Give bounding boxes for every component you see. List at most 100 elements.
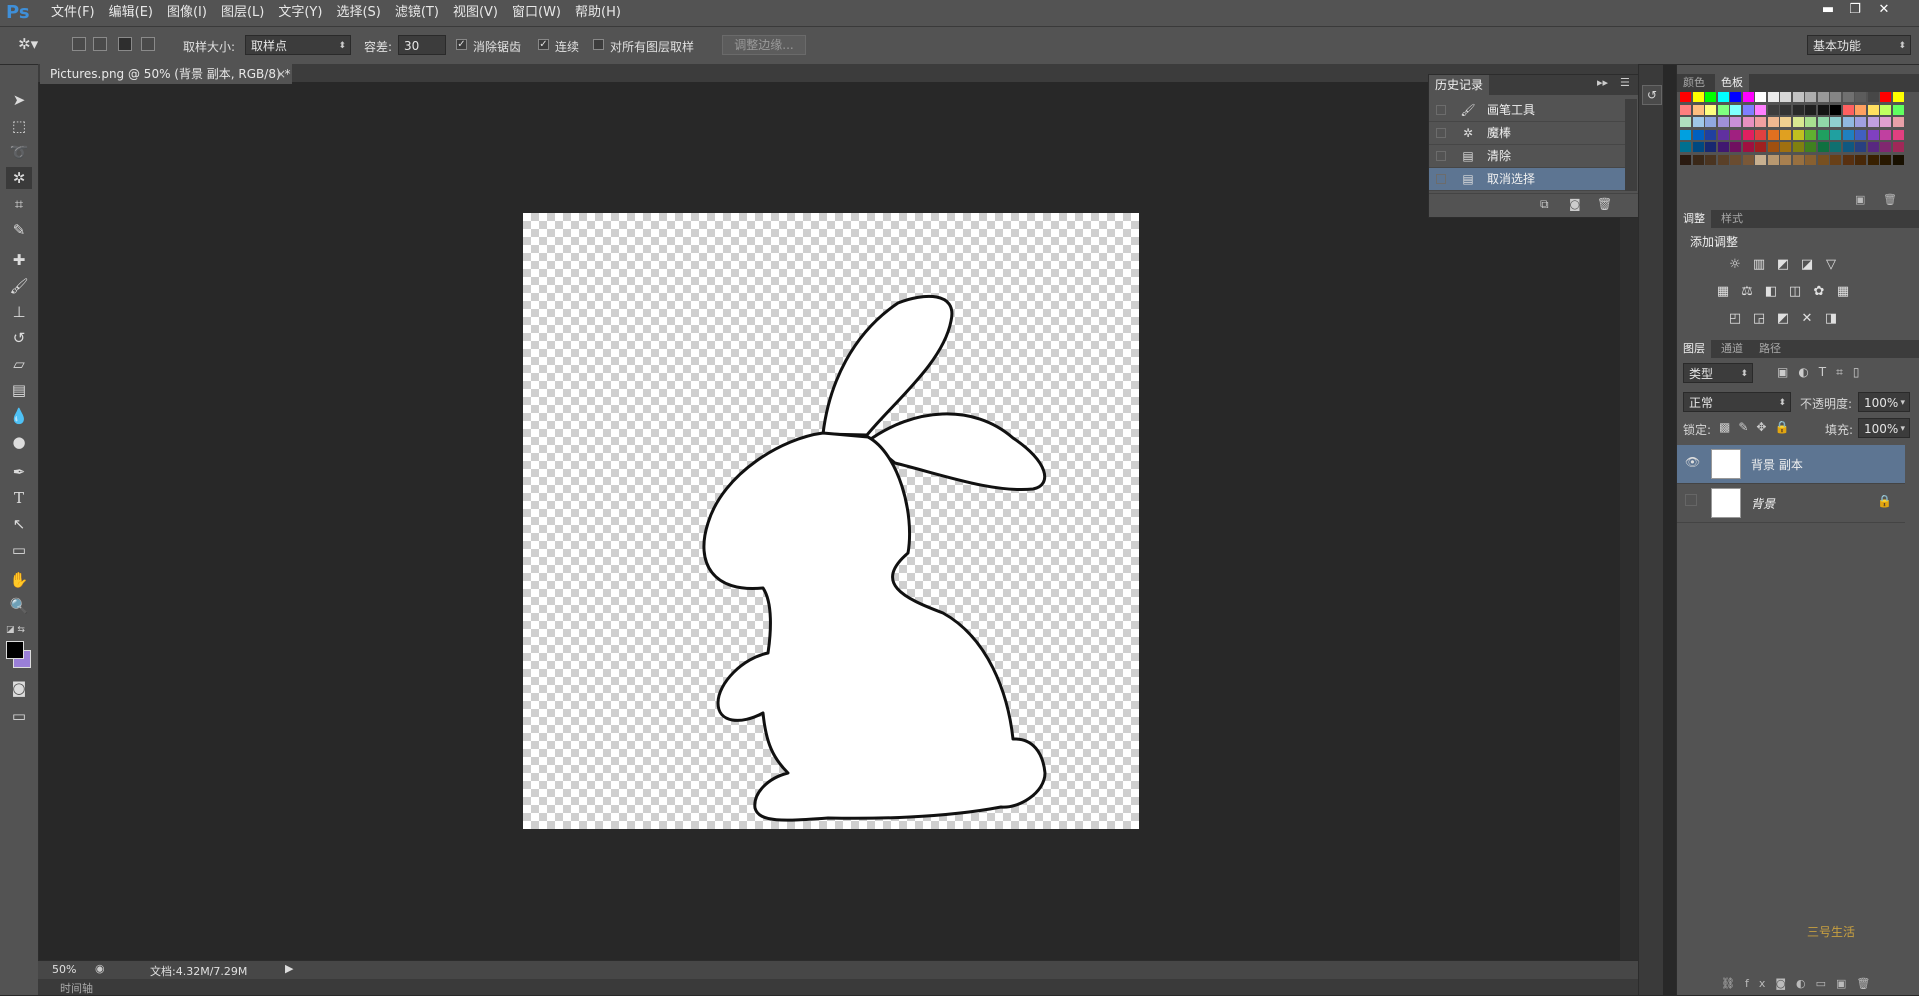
color-swatch[interactable] (1742, 117, 1754, 127)
zoom-tool-icon[interactable]: 🔍 (6, 595, 32, 617)
history-item[interactable]: ✲ 魔棒 (1429, 122, 1625, 145)
marquee-tool-icon[interactable]: ⬚ (6, 115, 32, 137)
color-swatch[interactable] (1692, 117, 1704, 127)
color-swatch[interactable] (1742, 104, 1754, 115)
color-swatch[interactable] (1742, 129, 1754, 140)
move-tool-icon[interactable]: ➤ (6, 89, 32, 111)
color-swatch[interactable] (1767, 92, 1779, 102)
color-swatch[interactable] (1880, 104, 1891, 115)
history-brush-tool-icon[interactable]: ↺ (6, 327, 32, 349)
curves-icon[interactable]: ◩ (1775, 257, 1791, 273)
color-swatch[interactable] (1755, 142, 1766, 152)
all-layers-checkbox[interactable] (593, 39, 604, 50)
tab-swatches[interactable]: 色板 (1715, 74, 1749, 92)
color-swatch[interactable] (1892, 142, 1904, 152)
color-swatch[interactable] (1717, 154, 1729, 165)
color-swatch[interactable] (1780, 142, 1791, 152)
color-swatch[interactable] (1780, 92, 1791, 102)
eye-icon[interactable]: 👁 (1685, 455, 1700, 469)
menu-file[interactable]: 文件(F) (44, 0, 102, 26)
color-swatch[interactable] (1792, 104, 1804, 115)
history-item-selected[interactable]: ▤ 取消选择 (1429, 168, 1625, 191)
color-swatch[interactable] (1817, 104, 1829, 115)
color-swatch[interactable] (1792, 129, 1804, 140)
menu-edit[interactable]: 编辑(E) (102, 0, 160, 26)
collapse-icon[interactable]: ▸▸ (1597, 76, 1608, 89)
screen-mode-icon[interactable]: ▭ (6, 705, 32, 727)
layer-filter-icons[interactable]: ▣◐T⌗▯ (1777, 365, 1870, 380)
crop-tool-icon[interactable]: ⌗ (6, 193, 32, 215)
color-swatch[interactable] (1767, 154, 1779, 165)
delete-swatch-icon[interactable]: 🗑 (1883, 193, 1897, 206)
color-swatch[interactable] (1692, 104, 1704, 115)
color-swatch[interactable] (1830, 142, 1841, 152)
type-tool-icon[interactable]: T (6, 487, 32, 509)
gradient-tool-icon[interactable]: ▤ (6, 379, 32, 401)
menu-window[interactable]: 窗口(W) (505, 0, 568, 26)
layer-name[interactable]: 背景 副本 (1751, 456, 1803, 473)
new-selection-icon[interactable] (72, 37, 86, 51)
color-swatch[interactable] (1680, 154, 1691, 165)
color-swatch[interactable] (1680, 142, 1691, 152)
color-swatch[interactable] (1717, 142, 1729, 152)
color-swatch[interactable] (1855, 129, 1866, 140)
color-swatch[interactable] (1817, 117, 1829, 127)
color-swatch[interactable] (1692, 154, 1704, 165)
history-tab[interactable]: 历史记录 (1429, 75, 1490, 95)
color-swatch[interactable] (1755, 129, 1766, 140)
color-swatch[interactable] (1842, 92, 1854, 102)
exposure-icon[interactable]: ◪ (1799, 257, 1815, 273)
color-swatch[interactable] (1717, 129, 1729, 140)
restore-button[interactable]: ❐ (1844, 2, 1866, 18)
levels-icon[interactable]: ▥ (1751, 257, 1767, 273)
subtract-selection-icon[interactable] (118, 37, 132, 51)
eyedropper-tool-icon[interactable]: ✎ (6, 219, 32, 241)
close-window-button[interactable]: ✕ (1873, 2, 1895, 18)
blur-tool-icon[interactable]: 💧 (6, 405, 32, 427)
color-swatch[interactable] (1855, 154, 1866, 165)
color-swatch[interactable] (1780, 129, 1791, 140)
color-swatch[interactable] (1680, 92, 1691, 102)
layer-filter-select[interactable]: 类型 ⬍ (1683, 363, 1753, 383)
history-item[interactable]: ▤ 清除 (1429, 145, 1625, 168)
gradient-map-icon[interactable]: ◨ (1823, 311, 1839, 327)
menu-type[interactable]: 文字(Y) (271, 0, 329, 26)
magic-wand-tool-icon[interactable]: ✲ (6, 167, 32, 189)
color-swatch[interactable] (1830, 92, 1841, 102)
color-swatch[interactable] (1880, 142, 1891, 152)
channel-mixer-icon[interactable]: ✿ (1811, 284, 1827, 300)
color-swatch[interactable] (1855, 117, 1866, 127)
color-swatch[interactable] (1855, 104, 1866, 115)
image-canvas[interactable] (523, 213, 1139, 829)
close-tab-icon[interactable]: × (276, 64, 286, 84)
color-swatch[interactable] (1767, 104, 1779, 115)
color-swatch[interactable] (1730, 92, 1741, 102)
minimize-button[interactable]: ▬ (1817, 2, 1839, 18)
intersect-selection-icon[interactable] (141, 37, 155, 51)
menu-layer[interactable]: 图层(L) (214, 0, 271, 26)
color-swatch[interactable] (1817, 154, 1829, 165)
snapshot-checkbox[interactable] (1436, 174, 1446, 184)
path-select-tool-icon[interactable]: ↖ (6, 513, 32, 535)
color-swatch[interactable] (1755, 117, 1766, 127)
sample-size-select[interactable]: 取样点 ⬍ (245, 35, 351, 55)
timeline-bar[interactable]: 时间轴 (38, 979, 1638, 995)
foreground-color-swatch[interactable] (6, 641, 24, 659)
tolerance-input[interactable]: 30 (398, 35, 446, 55)
color-swatch[interactable] (1867, 142, 1879, 152)
color-swatch[interactable] (1780, 117, 1791, 127)
eraser-tool-icon[interactable]: ▱ (6, 353, 32, 375)
color-swatch[interactable] (1817, 92, 1829, 102)
layer-row-selected[interactable]: 👁 背景 副本 (1677, 445, 1905, 484)
color-swatch[interactable] (1717, 92, 1729, 102)
color-swatch[interactable] (1767, 117, 1779, 127)
color-swatch[interactable] (1842, 117, 1854, 127)
lasso-tool-icon[interactable]: ➰ (6, 141, 32, 163)
color-swatch[interactable] (1705, 92, 1716, 102)
color-swatch[interactable] (1730, 117, 1741, 127)
color-swatch[interactable] (1892, 129, 1904, 140)
color-swatch[interactable] (1892, 104, 1904, 115)
color-swatch[interactable] (1730, 142, 1741, 152)
color-swatch[interactable] (1867, 104, 1879, 115)
color-swatch[interactable] (1692, 142, 1704, 152)
